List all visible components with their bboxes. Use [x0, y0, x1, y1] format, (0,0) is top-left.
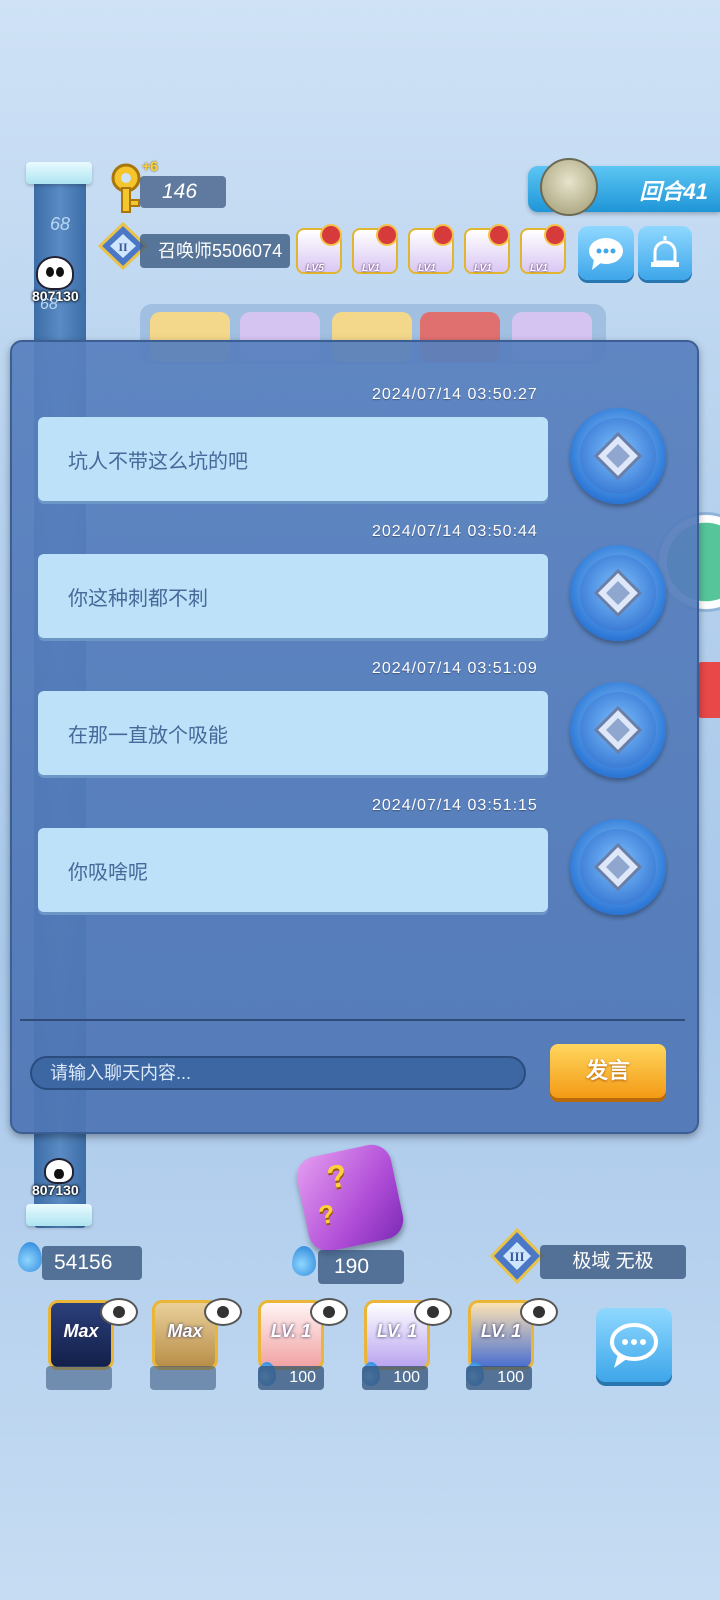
chat-toggle-button[interactable]	[578, 226, 634, 280]
message-text: 你吸啥呢	[68, 862, 148, 884]
sp-total: 54156	[42, 1246, 142, 1280]
alarm-icon	[651, 236, 679, 267]
message-time: 2024/07/14 03:50:44	[372, 523, 538, 540]
eye-icon[interactable]	[520, 1298, 558, 1326]
diamond-rank-icon	[593, 705, 643, 755]
svg-text:II: II	[118, 240, 128, 254]
player-slot-3: LV1	[408, 224, 454, 274]
player-slot-4: LV1	[464, 224, 510, 274]
eye-icon[interactable]	[310, 1298, 348, 1326]
card-cost: 100	[466, 1366, 532, 1390]
self-skull-icon	[46, 1160, 72, 1182]
round-banner: 回合41	[528, 158, 720, 216]
message-time: 2024/07/14 03:50:27	[372, 386, 538, 403]
message-text: 坑人不带这么坑的吧	[68, 451, 248, 473]
summon-cost: 190	[318, 1250, 404, 1284]
sender-avatar[interactable]	[570, 682, 666, 778]
diamond-rank-icon	[593, 842, 643, 892]
summon-dice-button[interactable]: ? ?	[293, 1141, 407, 1255]
side-red-tab[interactable]	[696, 662, 720, 718]
message-time: 2024/07/14 03:51:15	[372, 797, 538, 814]
chat-divider	[20, 1019, 685, 1021]
pillar-top-cap	[26, 162, 92, 184]
alert-button[interactable]	[638, 226, 692, 280]
emote-chat-button[interactable]	[596, 1308, 672, 1382]
player-slot-5: LV1	[520, 224, 566, 274]
eye-icon[interactable]	[414, 1298, 452, 1326]
player-slot-2: LV1	[352, 224, 398, 274]
water-drop-icon	[292, 1246, 316, 1276]
player-slot-1: LV5	[296, 224, 342, 274]
eye-icon[interactable]	[204, 1298, 242, 1326]
message-bubble: 你吸啥呢	[38, 828, 548, 912]
pillar-value: 68	[50, 214, 71, 234]
message-bubble: 在那一直放个吸能	[38, 691, 548, 775]
message-text: 你这种刺都不刺	[68, 588, 208, 610]
key-count: 146	[140, 176, 226, 208]
chat-icon	[589, 238, 623, 270]
round-label: 回合41	[639, 179, 708, 204]
message-time: 2024/07/14 03:51:09	[372, 660, 538, 677]
water-drop-icon	[18, 1242, 42, 1272]
rank-name: 极域 无极	[540, 1245, 686, 1279]
message-bubble: 你这种刺都不刺	[38, 554, 548, 638]
pillar-bottom-cap	[26, 1204, 92, 1226]
message-text: 在那一直放个吸能	[68, 725, 228, 747]
key-bonus: +6	[142, 158, 158, 174]
eye-icon[interactable]	[100, 1298, 138, 1326]
card-cost: 100	[258, 1366, 324, 1390]
sender-avatar[interactable]	[570, 408, 666, 504]
pillar-value-2: 68	[40, 296, 58, 313]
diamond-rank-icon	[593, 568, 643, 618]
card-cost-box	[46, 1366, 112, 1390]
message-bubble: 坑人不带这么坑的吧	[38, 417, 548, 501]
card-cost: 100	[362, 1366, 428, 1390]
enemy-skull-icon	[38, 258, 72, 288]
player-name: 召唤师5506074	[140, 234, 290, 268]
rank-badge-icon: III	[489, 1228, 545, 1284]
sender-avatar[interactable]	[570, 545, 666, 641]
svg-text:III: III	[509, 1249, 524, 1264]
send-button[interactable]: 发言	[550, 1044, 666, 1098]
mummy-icon	[540, 158, 598, 216]
chat-icon	[610, 1323, 658, 1368]
chat-input[interactable]: 请输入聊天内容...	[30, 1056, 526, 1090]
self-hp-value: 807130	[32, 1182, 79, 1198]
diamond-rank-icon	[593, 431, 643, 481]
card-cost-box	[150, 1366, 216, 1390]
sender-avatar[interactable]	[570, 819, 666, 915]
